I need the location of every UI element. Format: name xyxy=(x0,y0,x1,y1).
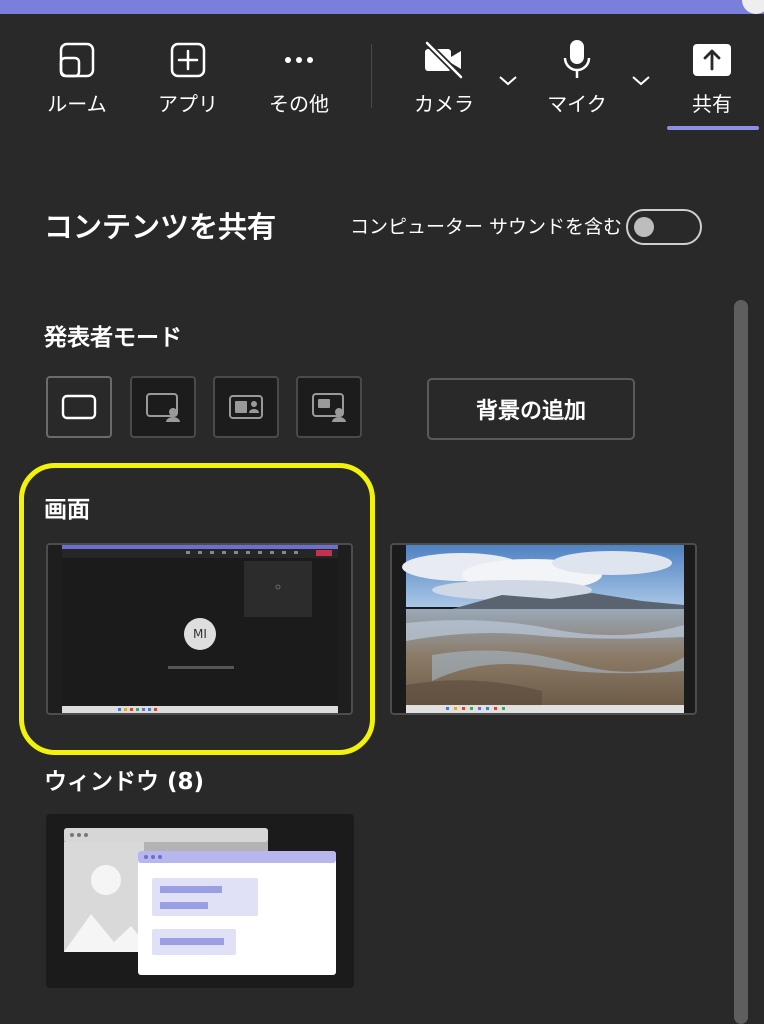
vertical-scrollbar[interactable] xyxy=(734,300,748,1024)
share-button[interactable]: 共有 xyxy=(667,38,757,117)
windows-title: ウィンドウ (8) xyxy=(44,769,205,795)
mode-side-by-side-button[interactable] xyxy=(213,376,279,438)
camera-label: カメラ xyxy=(414,92,474,116)
room-icon xyxy=(57,38,97,82)
share-label: 共有 xyxy=(692,92,732,116)
microphone-icon xyxy=(557,38,597,82)
content-only-icon xyxy=(61,394,97,420)
apps-plus-icon xyxy=(168,38,208,82)
room-button[interactable]: ルーム xyxy=(32,38,122,117)
windows-tile[interactable] xyxy=(46,814,354,988)
reporter-icon xyxy=(312,393,346,422)
microphone-label: マイク xyxy=(547,92,607,116)
room-label: ルーム xyxy=(47,92,107,116)
microphone-button[interactable]: マイク xyxy=(532,38,622,117)
toggle-knob xyxy=(634,217,654,237)
more-button[interactable]: その他 xyxy=(254,38,344,117)
standout-icon xyxy=(146,393,180,422)
camera-off-icon xyxy=(421,38,467,82)
screen-thumbnail-1[interactable]: MI xyxy=(46,543,353,715)
more-label: その他 xyxy=(269,92,329,116)
computer-sound-label: コンピューター サウンドを含む xyxy=(350,216,623,238)
camera-chevron-down-icon[interactable] xyxy=(497,72,519,88)
side-by-side-icon xyxy=(229,395,263,419)
share-icon xyxy=(691,38,733,82)
avatar-initials: MI xyxy=(193,627,207,641)
participant-avatar: MI xyxy=(184,618,216,650)
mode-content-only-button[interactable] xyxy=(46,376,112,438)
meeting-toolbar: ルーム アプリ その他 カメラ マイク 共有 xyxy=(0,14,764,134)
desktop-wallpaper-preview xyxy=(392,545,695,713)
active-tab-indicator xyxy=(667,126,759,130)
windows-illustration-icon xyxy=(64,828,336,975)
title-bar-strip xyxy=(0,0,764,14)
camera-button[interactable]: カメラ xyxy=(399,38,489,117)
apps-label: アプリ xyxy=(158,92,218,116)
mode-standout-button[interactable] xyxy=(130,376,196,438)
computer-sound-toggle[interactable] xyxy=(626,209,702,245)
add-background-button[interactable]: 背景の追加 xyxy=(427,378,635,440)
screen-thumbnail-2[interactable] xyxy=(390,543,697,715)
microphone-chevron-down-icon[interactable] xyxy=(630,72,652,88)
more-icon xyxy=(279,38,319,82)
apps-button[interactable]: アプリ xyxy=(143,38,233,117)
toolbar-divider xyxy=(371,44,372,108)
presenter-mode-title: 発表者モード xyxy=(44,325,182,351)
share-content-title: コンテンツを共有 xyxy=(44,210,277,244)
mode-reporter-button[interactable] xyxy=(296,376,362,438)
